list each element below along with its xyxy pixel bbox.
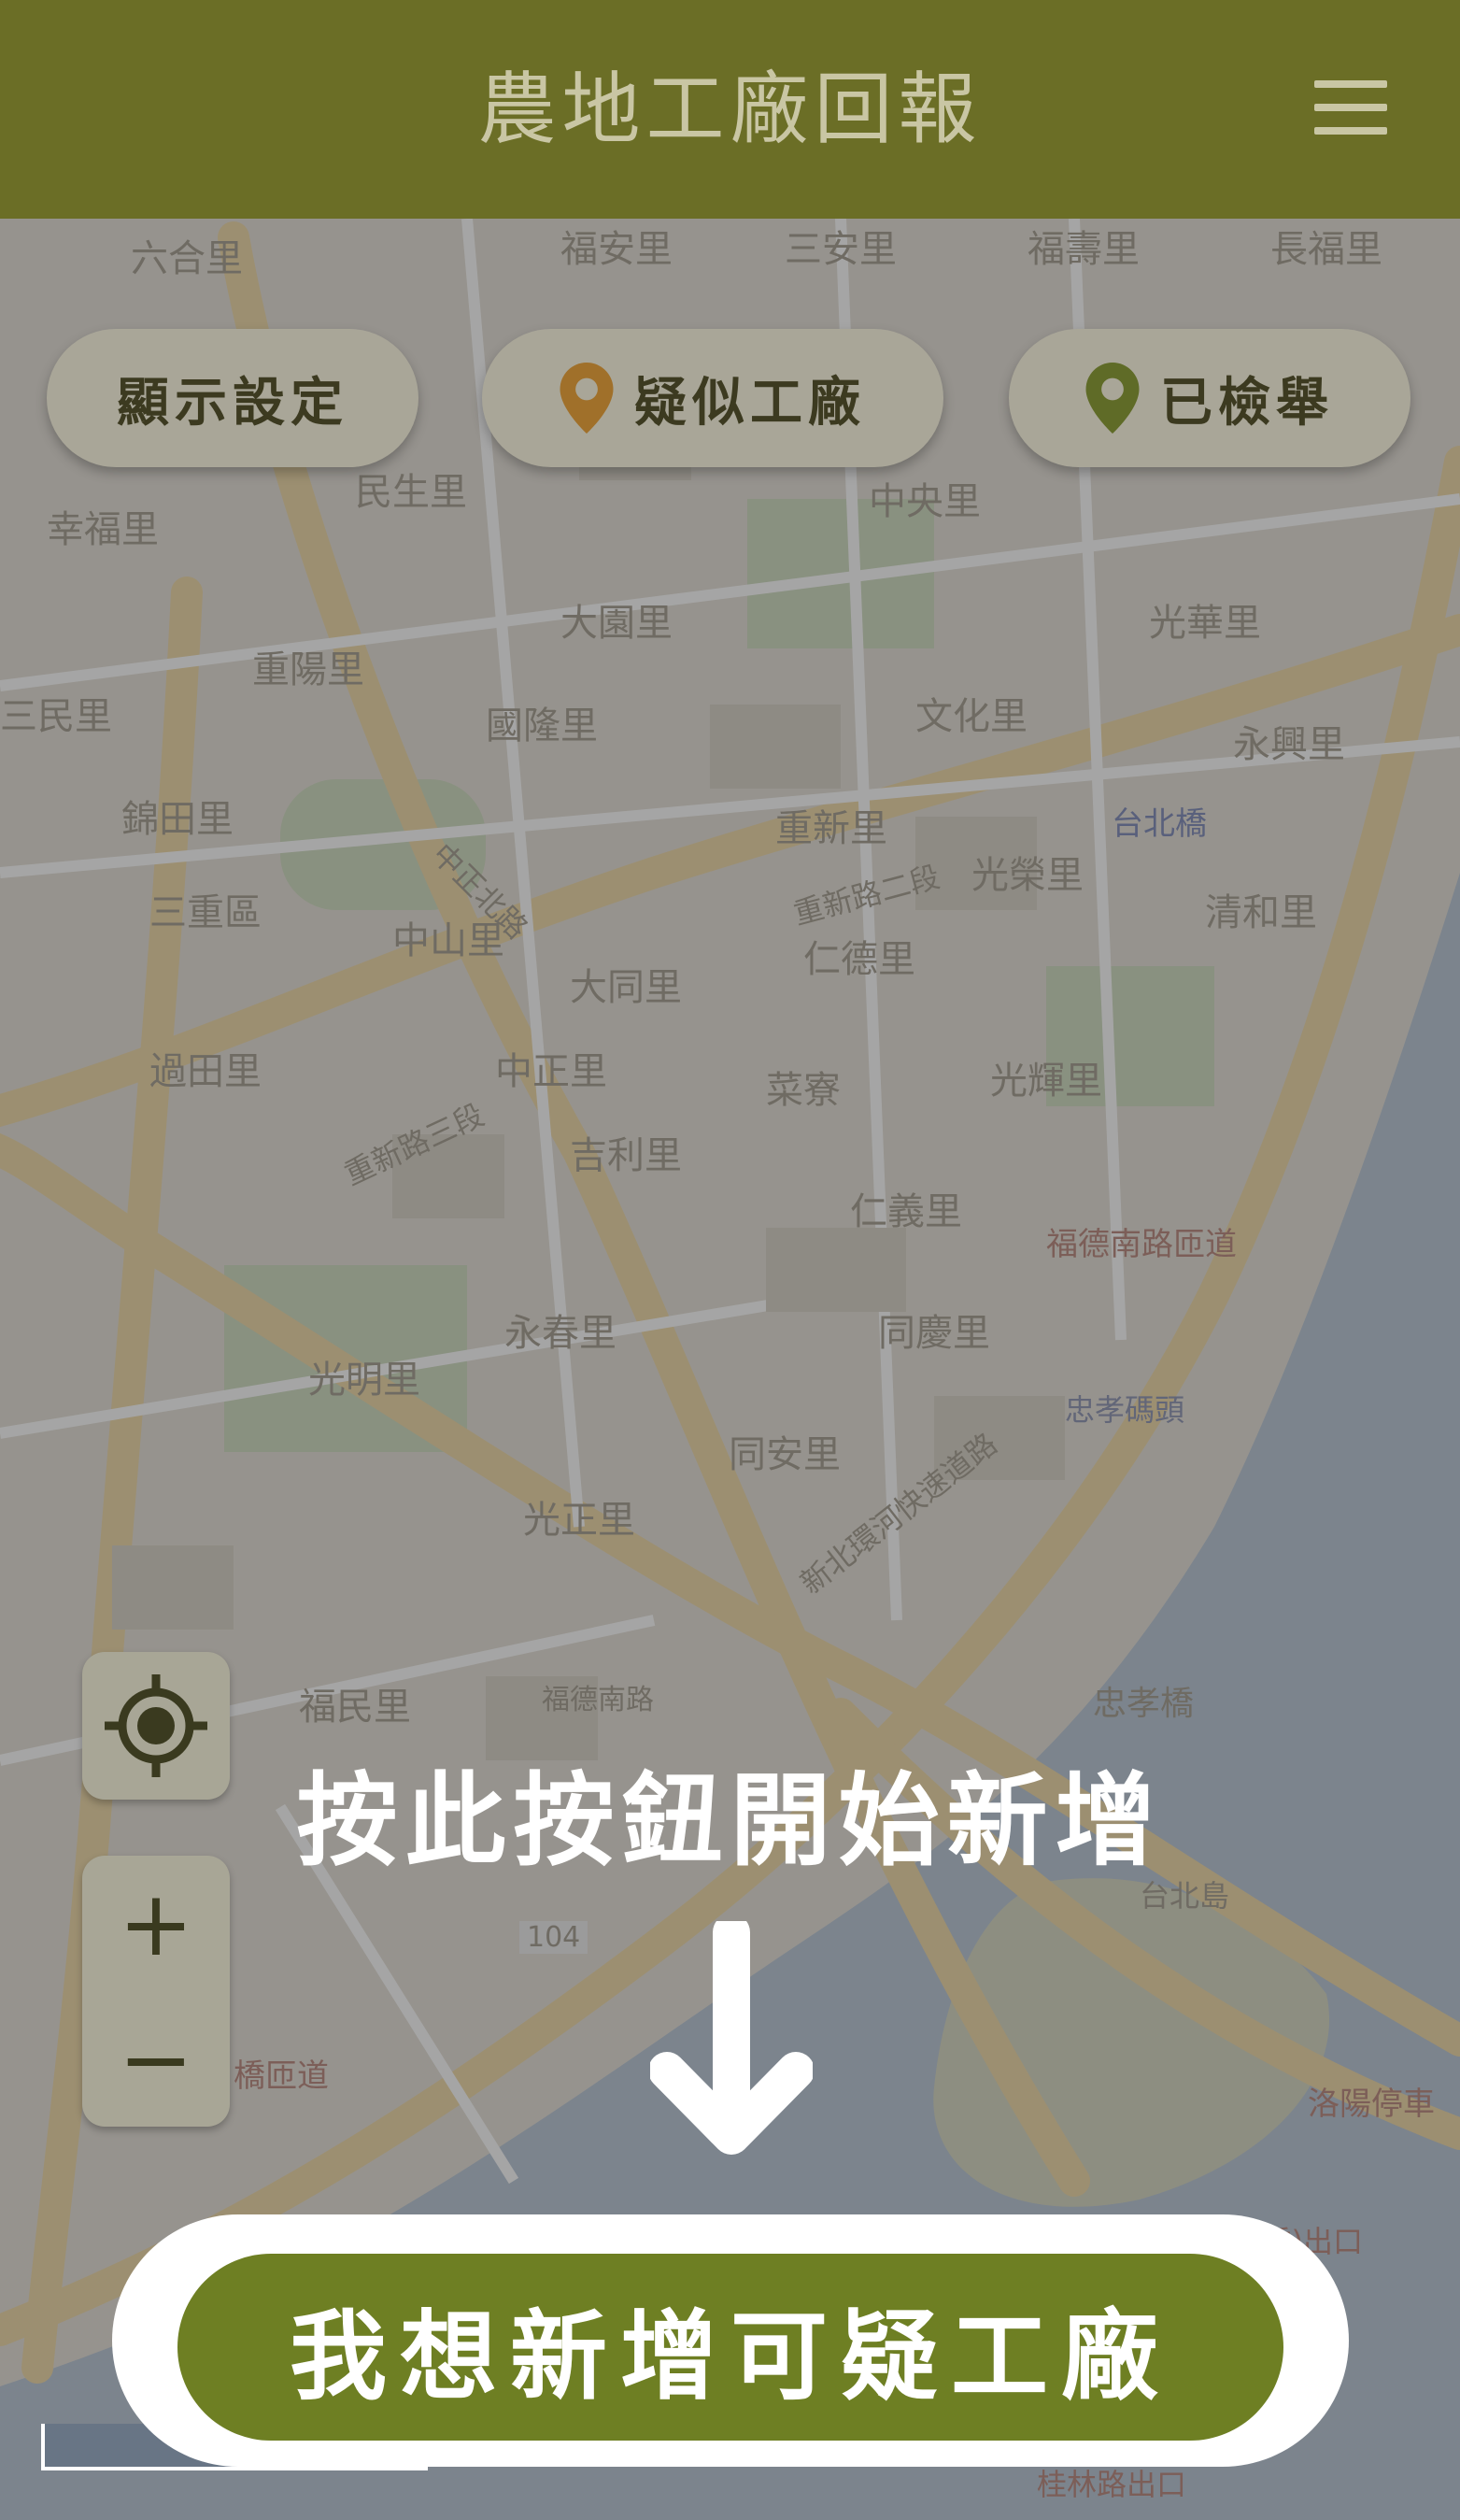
- map-label: 福民里: [299, 1686, 411, 1729]
- map-pin-icon: [560, 363, 614, 434]
- map-label: 福壽里: [1028, 228, 1140, 271]
- map-label: 光明里: [308, 1359, 420, 1402]
- suspected-factory-filter-button[interactable]: 疑似工廠: [482, 329, 943, 467]
- map-tiles: [0, 219, 1460, 2520]
- zoom-out-button[interactable]: −: [82, 1991, 230, 2127]
- map-label: 民生里: [355, 471, 467, 514]
- map-label: 大園里: [560, 602, 673, 645]
- map-label: 吉利里: [570, 1134, 682, 1177]
- map-label: 同安里: [729, 1433, 841, 1476]
- map-label: 長福里: [1270, 228, 1382, 271]
- app-header: 農地工廠回報: [0, 0, 1460, 219]
- map-label: 錦田里: [121, 798, 234, 841]
- map-label: 清和里: [1205, 891, 1317, 934]
- add-suspected-factory-button[interactable]: 我想新增可疑工廠: [177, 2254, 1283, 2441]
- map-label: 六合里: [131, 237, 243, 280]
- map-label: 中正里: [495, 1050, 607, 1093]
- map-label: 福安里: [560, 228, 673, 271]
- map-label: 重陽里: [252, 648, 364, 691]
- map-label: 福德南路匝道: [1046, 1226, 1237, 1263]
- map-label: 國隆里: [486, 705, 598, 747]
- hamburger-menu-icon[interactable]: [1314, 80, 1387, 135]
- reported-filter-button[interactable]: 已檢舉: [1009, 329, 1410, 467]
- map-label: 忠孝橋: [1093, 1685, 1195, 1723]
- map-label: 104: [519, 1921, 588, 1954]
- map-label: 三民里: [0, 695, 112, 738]
- app-title: 農地工廠回報: [477, 64, 983, 155]
- map-label: 桂林路出口: [1037, 2467, 1187, 2502]
- map-pin-icon: [1085, 363, 1140, 434]
- map-label: 文化里: [915, 695, 1028, 738]
- map-label: 洛陽停車: [1308, 2086, 1435, 2123]
- map-label: 菜寮: [766, 1069, 841, 1112]
- map-label: 仁德里: [803, 938, 915, 981]
- zoom-control: + −: [82, 1856, 230, 2127]
- map-label: 光正里: [523, 1499, 635, 1542]
- chip-label: 疑似工廠: [634, 372, 866, 434]
- map-label: 永興里: [1233, 723, 1345, 766]
- display-settings-button[interactable]: 顯示設定: [47, 329, 418, 467]
- map-label: 三重區: [149, 891, 262, 934]
- map-view[interactable]: 六合里 福安里 三安里 福壽里 長福里 民生里 中央里 幸福里 大園里 光華里 …: [0, 219, 1460, 2520]
- map-label: 光華里: [1149, 602, 1261, 645]
- map-label: 過田里: [149, 1050, 262, 1093]
- arrow-down-icon: [650, 1921, 813, 2155]
- map-label: 重新里: [775, 807, 887, 850]
- map-label: 三安里: [785, 228, 897, 271]
- chip-label: 已檢舉: [1160, 372, 1334, 434]
- map-label: 橋匝道: [234, 2057, 329, 2095]
- map-label: 永春里: [504, 1312, 617, 1355]
- map-label: 中央里: [869, 480, 981, 523]
- map-label: 大同里: [570, 966, 682, 1009]
- map-label: 忠孝碼頭: [1065, 1392, 1185, 1428]
- map-label: 同慶里: [878, 1312, 990, 1355]
- tutorial-hint-text: 按此按鈕開始新增: [296, 1763, 1164, 1880]
- chip-label: 顯示設定: [117, 372, 348, 434]
- map-label: 光榮里: [971, 854, 1084, 897]
- map-label: 光輝里: [990, 1060, 1102, 1103]
- map-label: 台北橋: [1112, 805, 1207, 843]
- map-label: 仁義里: [850, 1190, 962, 1233]
- map-label: 幸福里: [47, 508, 159, 551]
- map-label: 福德南路: [542, 1684, 654, 1716]
